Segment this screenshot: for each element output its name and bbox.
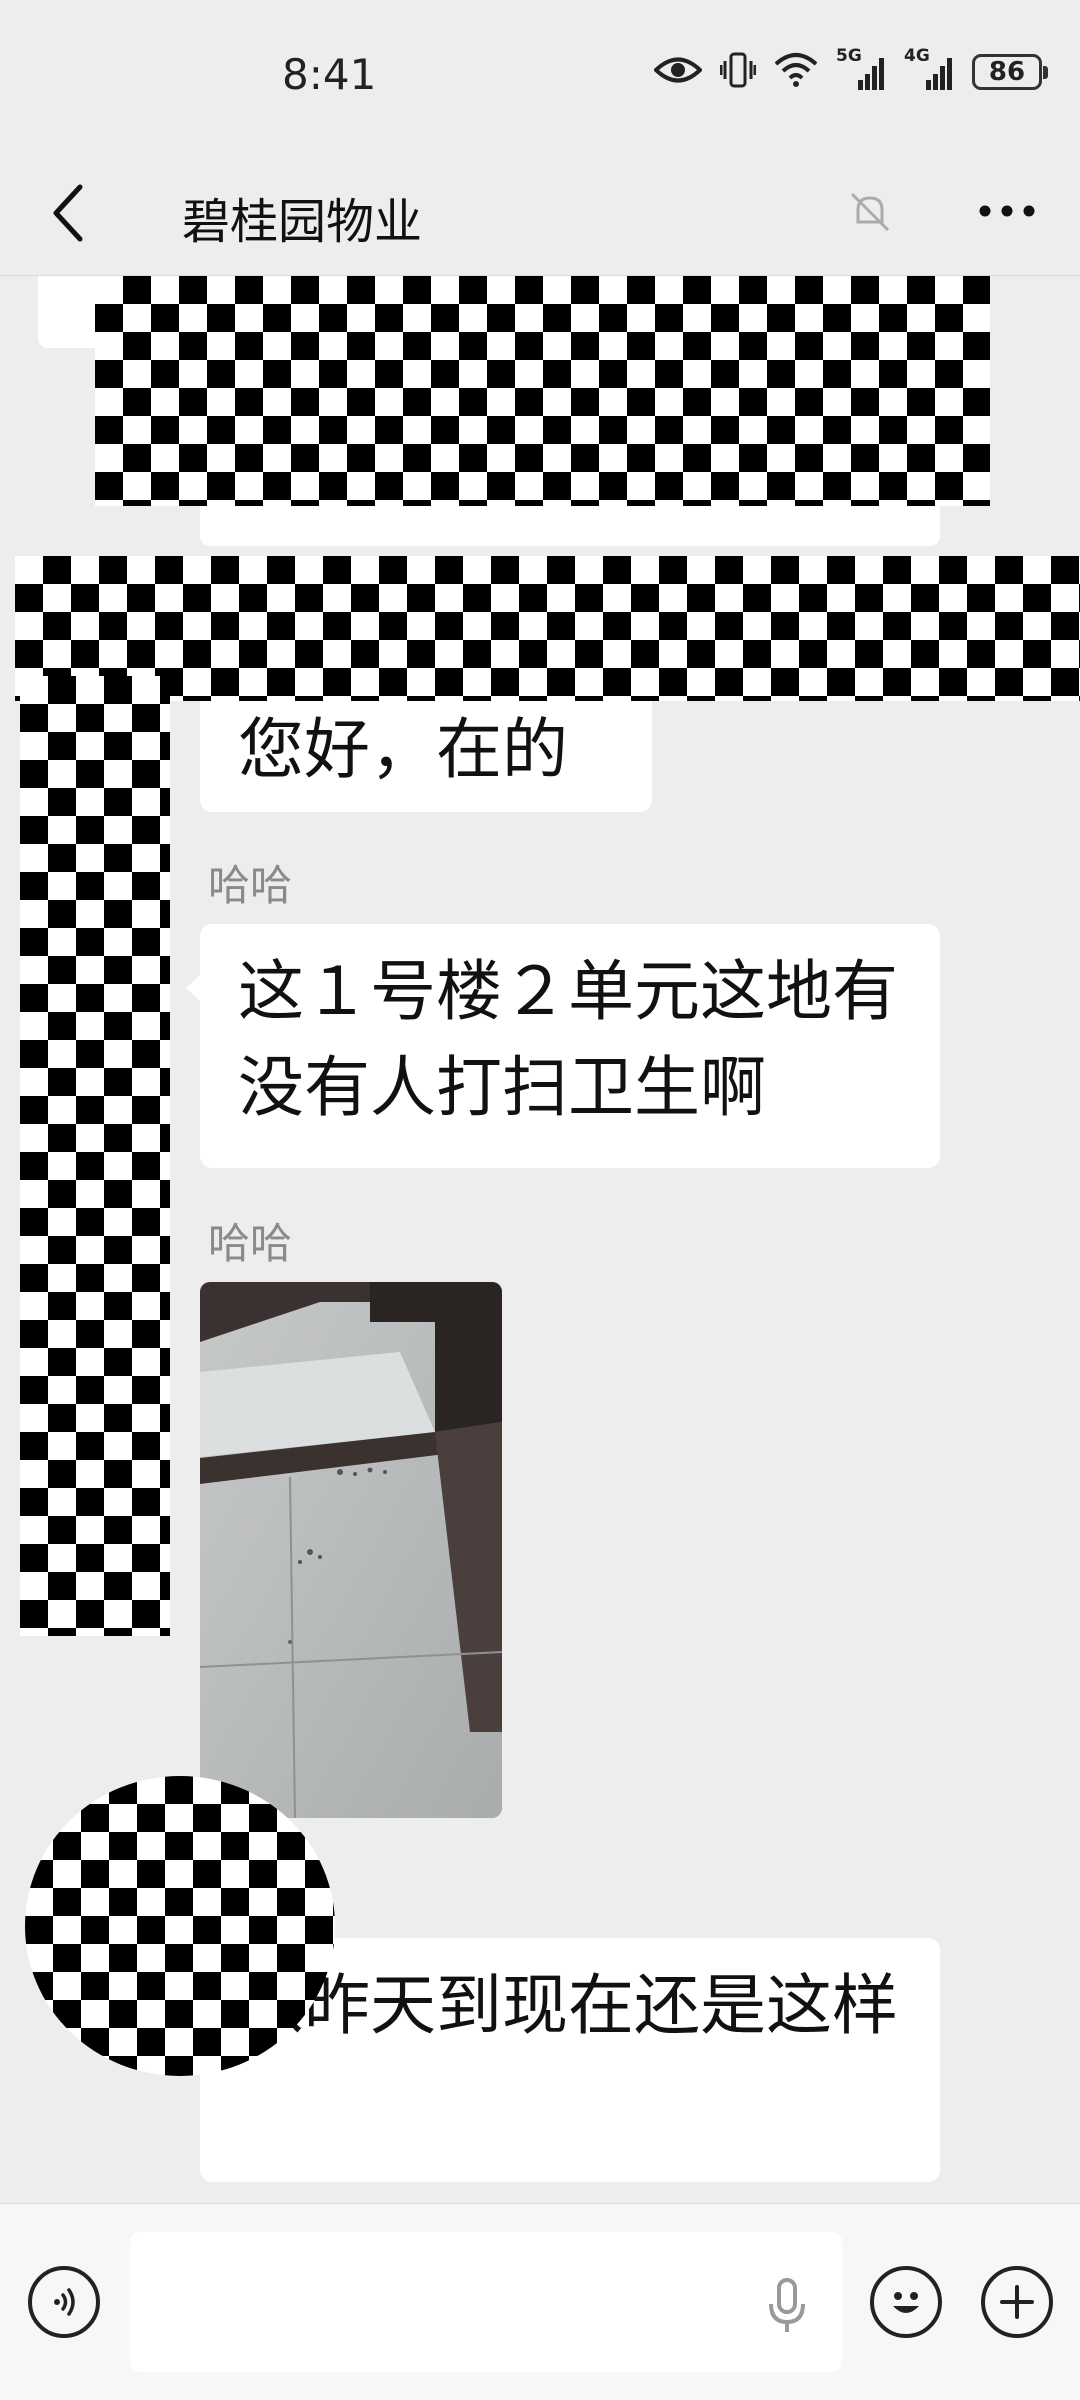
privacy-mosaic	[20, 676, 170, 1636]
chat-screen: 8:41 5G 4G 86 碧桂园物业 您好，在的 哈哈 这１号楼２单元这地有没…	[0, 0, 1080, 2400]
emoji-button[interactable]	[870, 2266, 942, 2338]
message-text: 这１号楼２单元这地有没有人打扫卫生啊	[238, 953, 898, 1126]
signal-4g-icon: 4G	[904, 46, 954, 92]
status-bar: 8:41 5G 4G 86	[0, 0, 1080, 150]
battery-icon: 86	[972, 54, 1048, 90]
privacy-mosaic	[15, 556, 1080, 701]
smiley-icon	[893, 2292, 919, 2313]
voice-toggle-button[interactable]	[28, 2266, 100, 2338]
sender-name: 哈哈	[208, 861, 293, 910]
privacy-mosaic	[25, 1776, 335, 2076]
signal-5g-icon: 5G	[836, 46, 886, 92]
back-button[interactable]	[38, 178, 98, 248]
plus-icon	[1000, 2285, 1034, 2319]
more-functions-button[interactable]	[981, 2266, 1053, 2338]
privacy-mosaic	[95, 276, 990, 506]
message-text: 您好，在的	[238, 711, 568, 788]
message-input[interactable]	[130, 2232, 842, 2372]
eye-icon	[653, 55, 703, 89]
more-options-button[interactable]	[972, 186, 1042, 236]
status-icons: 5G 4G 86	[653, 46, 1048, 93]
chevron-left-icon	[53, 184, 83, 242]
microphone-icon[interactable]	[762, 2276, 812, 2336]
message-bubble[interactable]: 这１号楼２单元这地有没有人打扫卫生啊	[186, 924, 940, 1168]
input-bar	[0, 2203, 1080, 2400]
mute-bell-icon	[848, 190, 892, 234]
message-list[interactable]: 您好，在的 哈哈 这１号楼２单元这地有没有人打扫卫生啊 哈哈 从昨天到现在还是这…	[0, 276, 1080, 2203]
chat-title: 碧桂园物业	[182, 194, 423, 250]
chat-header: 碧桂园物业	[0, 150, 1080, 276]
more-dots-icon	[979, 205, 1035, 217]
wifi-icon	[774, 52, 818, 92]
vibrate-icon	[719, 51, 757, 93]
message-text: 从昨天到现在还是这样	[238, 1967, 898, 2044]
message-image[interactable]	[200, 1282, 502, 1818]
message-bubble[interactable]: 您好，在的	[200, 682, 652, 812]
status-time: 8:41	[282, 50, 377, 99]
sender-name: 哈哈	[208, 1219, 293, 1268]
voice-wave-icon	[54, 2288, 75, 2316]
